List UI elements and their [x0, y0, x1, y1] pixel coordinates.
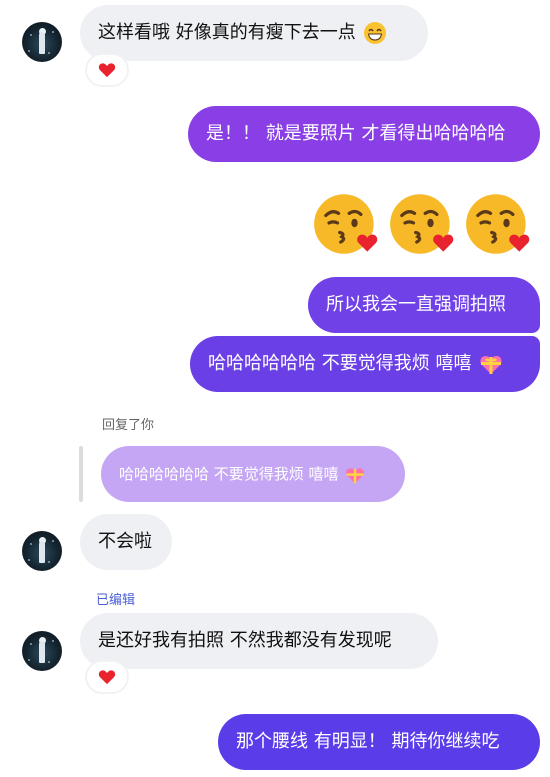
kissing-face-icon[interactable] — [312, 190, 380, 258]
outgoing-message-bubble[interactable]: 哈哈哈哈哈哈 不要觉得我烦 嘻嘻 — [190, 336, 540, 392]
message-text: 那个腰线 有明显！ 期待你继续吃 — [236, 731, 500, 752]
contact-avatar[interactable] — [22, 22, 62, 62]
heart-reaction[interactable] — [87, 55, 127, 85]
message-text: 是还好我有拍照 不然我都没有发现呢 — [98, 630, 392, 651]
outgoing-message-bubble[interactable]: 所以我会一直强调拍照 — [308, 277, 540, 333]
reply-quote-bar — [79, 446, 83, 502]
outgoing-message-bubble[interactable]: 那个腰线 有明显！ 期待你继续吃 — [218, 714, 540, 770]
message-text: 所以我会一直强调拍照 — [326, 294, 506, 315]
kissing-face-icon[interactable] — [388, 190, 456, 258]
edited-label: 已编辑 — [96, 593, 136, 608]
heart-icon — [98, 670, 116, 685]
heart-reaction[interactable] — [87, 662, 127, 692]
heart-icon — [98, 63, 116, 78]
reply-label: 回复了你 — [102, 418, 155, 433]
message-text: 这样看哦 好像真的有瘦下去一点 — [98, 22, 356, 43]
contact-avatar[interactable] — [22, 531, 62, 571]
message-text: 是！！ 就是要照片 才看得出哈哈哈哈 — [206, 123, 506, 144]
incoming-message-bubble[interactable]: 不会啦 — [80, 514, 172, 570]
incoming-message-bubble[interactable]: 这样看哦 好像真的有瘦下去一点 — [80, 5, 428, 61]
message-text: 哈哈哈哈哈哈 不要觉得我烦 嘻嘻 — [208, 353, 472, 374]
contact-avatar[interactable] — [22, 631, 62, 671]
quoted-message-bubble[interactable]: 哈哈哈哈哈哈 不要觉得我烦 嘻嘻 — [101, 446, 405, 502]
kissing-face-icon[interactable] — [464, 190, 532, 258]
heart-with-ribbon-icon — [480, 356, 502, 374]
heart-with-ribbon-icon — [346, 467, 365, 483]
quoted-text: 哈哈哈哈哈哈 不要觉得我烦 嘻嘻 — [119, 465, 339, 483]
message-text: 不会啦 — [98, 531, 152, 552]
outgoing-message-bubble[interactable]: 是！！ 就是要照片 才看得出哈哈哈哈 — [188, 106, 540, 162]
incoming-message-bubble[interactable]: 是还好我有拍照 不然我都没有发现呢 — [80, 613, 438, 669]
grinning-face-icon — [364, 22, 387, 44]
